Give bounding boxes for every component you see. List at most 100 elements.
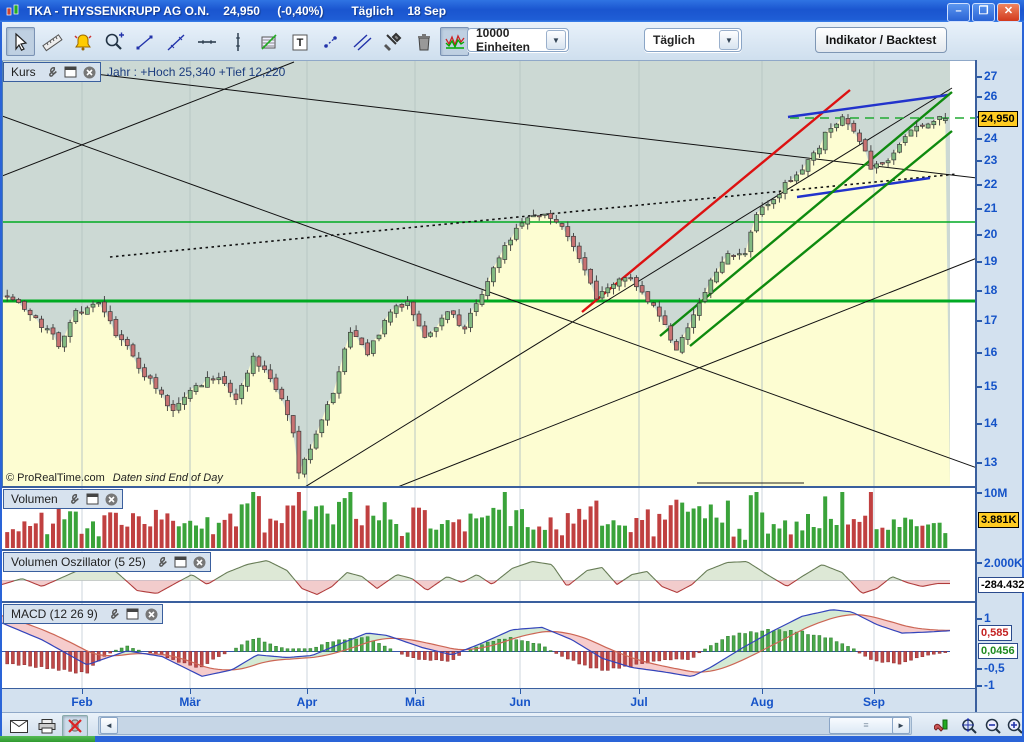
price-axis-label: 18 — [984, 283, 997, 297]
alarm-bell-tool[interactable] — [68, 27, 97, 56]
volume-scale-label: 10M — [984, 486, 1007, 500]
month-label: Aug — [750, 695, 773, 709]
macd-histogram-value-box: 0,0456 — [978, 643, 1018, 659]
new-window-icon[interactable] — [173, 555, 188, 569]
axis-tick — [977, 208, 982, 210]
horizontal-scrollbar[interactable]: ◄ ≡ ► — [98, 716, 912, 735]
price-axis-label: 15 — [984, 379, 997, 393]
application-window: TKA - THYSSENKRUPP AG O.N. 24,950 (-0,40… — [0, 0, 1024, 742]
month-label: Apr — [297, 695, 318, 709]
axis-tick — [977, 352, 982, 354]
macd-axis-label: 1 — [984, 611, 991, 625]
restore-button[interactable]: ❐ — [972, 3, 995, 22]
taskbar[interactable] — [0, 736, 1024, 742]
zoom-plus-tool[interactable] — [99, 27, 128, 56]
alerts-off-icon[interactable] — [62, 715, 88, 737]
wrench-icon[interactable] — [66, 492, 81, 506]
parallel-lines-tool[interactable] — [347, 27, 376, 56]
trendline-tool[interactable] — [161, 27, 190, 56]
vertical-line-tool[interactable] — [223, 27, 252, 56]
macd-axis-label: -0,5 — [984, 661, 1005, 675]
drawing-toolbar: T 10000 Einheiten ▼ Täglich ▼ Indikator … — [2, 22, 1022, 61]
close-panel-icon[interactable] — [192, 555, 207, 569]
candlestick-app-icon — [5, 4, 21, 18]
month-label: Jul — [630, 695, 647, 709]
month-tick — [82, 689, 83, 694]
wrench-icon[interactable] — [44, 65, 59, 79]
current-price-box: 24,950 — [978, 111, 1018, 127]
candlestick-chart[interactable] — [2, 61, 975, 486]
price-axis-label: 16 — [984, 345, 997, 359]
price-axis-label: 19 — [984, 254, 997, 268]
volume-panel[interactable]: Volumen — [2, 488, 975, 549]
chart-settings-icon[interactable] — [930, 715, 956, 737]
period-dropdown-value: Täglich — [645, 33, 719, 47]
volume-oscillator-panel[interactable]: Volumen Oszillator (5 25) — [2, 551, 975, 601]
tools-tool[interactable] — [378, 27, 407, 56]
axis-tick — [977, 138, 982, 140]
price-axis-label: 23 — [984, 153, 997, 167]
scroll-right-arrow[interactable]: ► — [892, 717, 910, 734]
title-period: Täglich — [351, 4, 393, 18]
oscillator-scale-label: 2.000K — [984, 556, 1023, 570]
month-tick — [762, 689, 763, 694]
fibonacci-tool[interactable] — [254, 27, 283, 56]
wrench-icon[interactable] — [106, 607, 121, 621]
panel-title: Volumen Oszillator (5 25) — [7, 555, 150, 569]
month-label: Jun — [509, 695, 530, 709]
month-label: Mär — [179, 695, 200, 709]
wrench-icon[interactable] — [154, 555, 169, 569]
chevron-down-icon[interactable]: ▼ — [719, 30, 739, 50]
price-axis[interactable]: 27262524232221201918171615141324,95010M3… — [975, 60, 1024, 712]
axis-tick — [977, 320, 982, 322]
year-high-low-info: Jahr : +Hoch 25,340 +Tief 12,220 — [107, 65, 285, 79]
short-segment-tool[interactable] — [316, 27, 345, 56]
current-volume-box: 3.881K — [978, 512, 1019, 528]
volume-chart[interactable] — [2, 488, 975, 549]
close-panel-icon[interactable] — [104, 492, 119, 506]
copyright-note: © ProRealTime.comDaten sind End of Day — [6, 472, 223, 484]
indicator-backtest-button[interactable]: Indikator / Backtest — [815, 27, 947, 53]
oscillator-panel-header: Volumen Oszillator (5 25) — [3, 552, 211, 572]
panel-title: MACD (12 26 9) — [7, 607, 102, 621]
ruler-tool[interactable] — [37, 27, 66, 56]
new-window-icon[interactable] — [125, 607, 140, 621]
new-window-icon[interactable] — [85, 492, 100, 506]
axis-tick — [977, 462, 982, 464]
close-panel-icon[interactable] — [82, 65, 97, 79]
zoom-range-icon[interactable] — [955, 715, 981, 737]
units-dropdown[interactable]: 10000 Einheiten ▼ — [467, 28, 569, 52]
chevron-down-icon[interactable]: ▼ — [546, 30, 566, 50]
month-tick — [639, 689, 640, 694]
macd-panel[interactable]: MACD (12 26 9) — [2, 603, 975, 688]
axis-tick — [977, 234, 982, 236]
new-window-icon[interactable] — [63, 65, 78, 79]
units-dropdown-value: 10000 Einheiten — [468, 26, 546, 54]
mail-icon[interactable] — [6, 715, 32, 737]
text-tool[interactable]: T — [285, 27, 314, 56]
period-dropdown[interactable]: Täglich ▼ — [644, 28, 742, 52]
price-axis-label: 22 — [984, 177, 997, 191]
segment-tool[interactable] — [130, 27, 159, 56]
trash-tool[interactable] — [409, 27, 438, 56]
volume-panel-header: Volumen — [3, 489, 123, 509]
axis-tick — [977, 386, 982, 388]
zoom-in-icon[interactable] — [1002, 715, 1024, 737]
price-axis-label: 20 — [984, 227, 997, 241]
print-icon[interactable] — [34, 715, 60, 737]
minimize-button[interactable]: – — [947, 3, 970, 22]
axis-tick — [977, 290, 982, 292]
axis-tick — [977, 160, 982, 162]
horizontal-line-tool[interactable] — [192, 27, 221, 56]
zigzag-indicator-tool[interactable] — [440, 27, 469, 56]
close-panel-icon[interactable] — [144, 607, 159, 621]
start-button-area[interactable] — [0, 736, 95, 742]
title-bar[interactable]: TKA - THYSSENKRUPP AG O.N. 24,950 (-0,40… — [0, 0, 1024, 22]
price-chart-panel[interactable]: Kurs Jahr : +Hoch 25,340 +Tief 12,220 © … — [2, 61, 975, 486]
close-button[interactable]: ✕ — [997, 3, 1020, 22]
axis-tick — [977, 184, 982, 186]
scroll-left-arrow[interactable]: ◄ — [100, 717, 118, 734]
cursor-tool[interactable] — [6, 27, 35, 56]
month-tick — [874, 689, 875, 694]
panel-title: Kurs — [7, 65, 40, 79]
